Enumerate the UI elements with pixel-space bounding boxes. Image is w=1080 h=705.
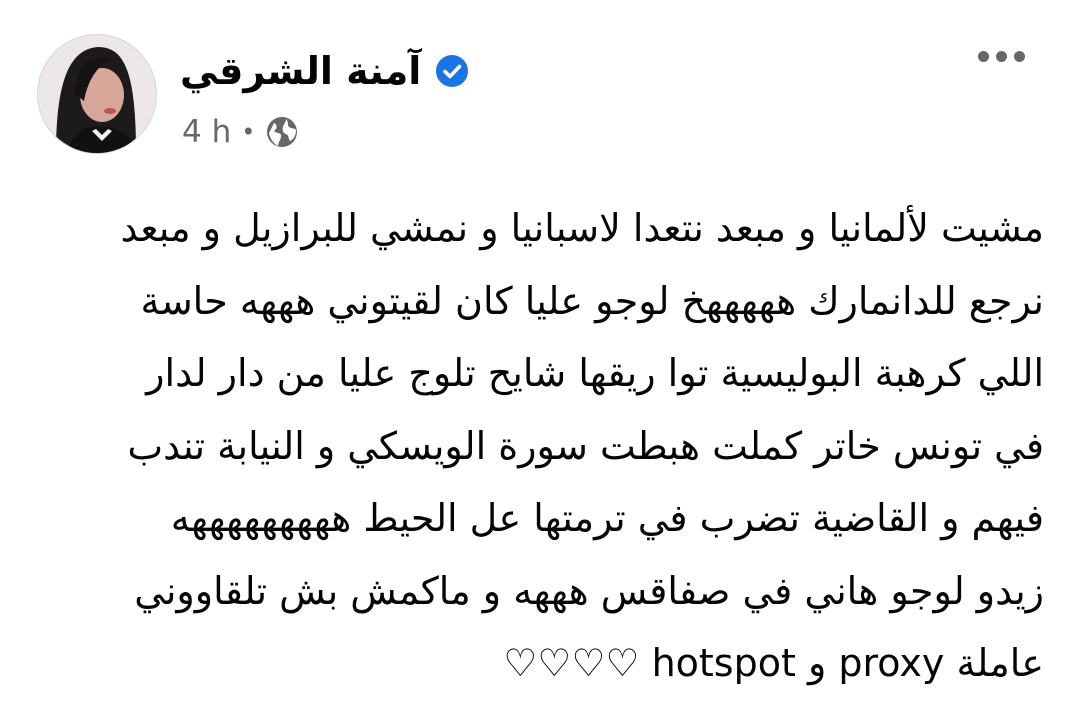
more-options-button[interactable] — [968, 36, 1034, 76]
globe-icon[interactable] — [265, 115, 299, 149]
post-header: آمنة الشرقي 4 h • — [0, 0, 1080, 180]
author-name[interactable]: آمنة الشرقي — [180, 49, 421, 93]
post-text-line: مشيت لألمانيا و مبعد نتعدا لاسبانيا و نم… — [120, 206, 1044, 250]
avatar[interactable] — [37, 34, 157, 154]
more-options-icon — [1013, 50, 1025, 62]
verified-badge-icon — [436, 55, 469, 87]
post-text: مشيت لألمانيا و مبعد نتعدا لاسبانيا و نم… — [40, 192, 1044, 700]
post-meta: 4 h • — [182, 108, 299, 156]
post-text-line: اللي كرهبة البوليسية توا ريقها شايح تلوج… — [146, 351, 1044, 395]
post-timestamp[interactable]: 4 h — [182, 114, 231, 150]
more-options-icon — [977, 50, 989, 62]
post-text-line: في تونس خاتر كملت هبطت سورة الويسكي و ال… — [127, 423, 1044, 468]
post-text-line: عاملة proxy و hotspot ♡♡♡♡ — [503, 641, 1044, 685]
more-options-icon — [995, 50, 1007, 62]
post-text-line: فيهم و القاضية تضرب في ترمتها عل الحيط ه… — [170, 496, 1044, 540]
avatar-image — [38, 35, 156, 153]
post-text-line: نرجع للدانمارك هههههخ لوجو عليا كان لقيت… — [140, 278, 1044, 323]
post-text-line: زيدو لوجو هاني في صفاقس هههه و ماكمش بش … — [134, 568, 1044, 613]
meta-separator: • — [241, 118, 256, 146]
author-row: آمنة الشرقي — [180, 36, 469, 106]
